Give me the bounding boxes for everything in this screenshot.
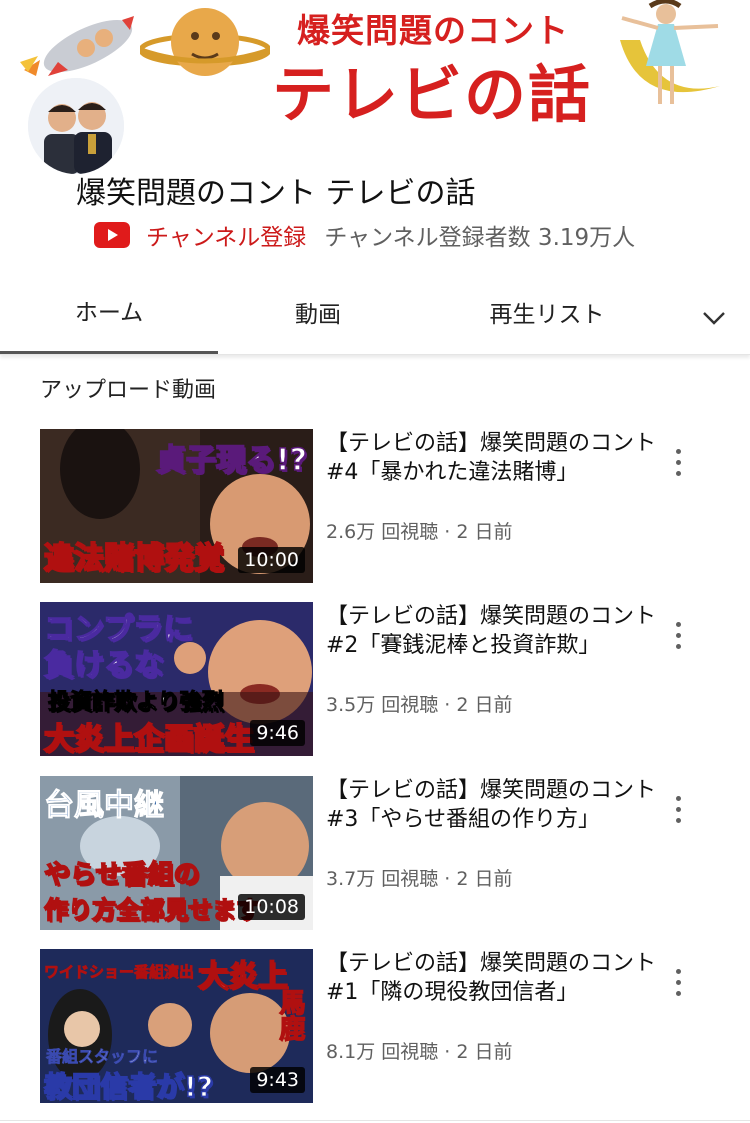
video-duration: 9:46 (250, 720, 305, 746)
divider (0, 1120, 750, 1121)
moon-dancer-illustration (620, 0, 720, 104)
list-item[interactable]: コンプラに 負けるな 投資詐欺より強烈 大炎上企画誕生 9:46 【テレビの話】… (40, 602, 740, 756)
banner-title-large: テレビの話 (271, 58, 592, 131)
subscriber-count: チャンネル登録者数 3.19万人 (324, 225, 636, 251)
thumbnail-text-side: 馬鹿 (274, 988, 306, 1042)
tab-videos[interactable]: 動画 (218, 282, 418, 354)
video-title[interactable]: 【テレビの話】爆笑問題のコント#2「賽銭泥棒と投資詐欺」 (326, 602, 666, 660)
more-vert-icon[interactable] (668, 969, 688, 1003)
rocket-illustration (20, 16, 134, 76)
more-vert-icon[interactable] (668, 622, 688, 656)
avatar-image (28, 78, 124, 174)
tab-home[interactable]: ホーム (0, 282, 218, 354)
tab-playlists[interactable]: 再生リスト (432, 282, 662, 354)
thumbnail-text-top-2: 負けるな (43, 647, 165, 684)
video-duration: 9:43 (250, 1067, 305, 1093)
video-title[interactable]: 【テレビの話】爆笑問題のコント#4「暴かれた違法賭博」 (326, 429, 666, 487)
channel-avatar[interactable] (26, 76, 126, 176)
thumbnail-text-bottom: 教団信者が!? (43, 1069, 214, 1103)
thumbnail-text-top: 貞子現る!? (155, 442, 308, 479)
thumbnail-text-bottom: 大炎上企画誕生 (43, 721, 255, 756)
subscribe-row: チャンネル登録 チャンネル登録者数 3.19万人 (94, 218, 635, 252)
video-duration: 10:00 (238, 547, 305, 573)
video-meta: 3.7万 回視聴 · 2 日前 (326, 868, 513, 890)
video-thumbnail[interactable]: 台風中継 やらせ番組の 作り方全部見せます 10:08 (40, 776, 313, 930)
thumbnail-text-top: ワイドショー番組演出 (44, 963, 195, 982)
video-meta: 2.6万 回視聴 · 2 日前 (326, 521, 513, 543)
thumbnail-text-top: 台風中継 (44, 788, 165, 824)
video-title[interactable]: 【テレビの話】爆笑問題のコント#3「やらせ番組の作り方」 (326, 776, 666, 834)
list-item[interactable]: ワイドショー番組演出 大炎上 馬鹿 番組スタッフに 教団信者が!? 9:43 【… (40, 949, 740, 1103)
video-thumbnail[interactable]: 貞子現る!? 違法賭博発覚 10:00 (40, 429, 313, 583)
video-title[interactable]: 【テレビの話】爆笑問題のコント#1「隣の現役教団信者」 (326, 949, 666, 1007)
thumbnail-text-mid: やらせ番組の (43, 859, 200, 891)
tab-selected-indicator (0, 351, 218, 354)
video-meta: 8.1万 回視聴 · 2 日前 (326, 1041, 513, 1063)
video-thumbnail[interactable]: コンプラに 負けるな 投資詐欺より強烈 大炎上企画誕生 9:46 (40, 602, 313, 756)
thumbnail-text-bottom: 作り方全部見せます (43, 895, 261, 925)
planet-illustration (140, 8, 270, 76)
video-duration: 10:08 (238, 894, 305, 920)
list-item[interactable]: 貞子現る!? 違法賭博発覚 10:00 【テレビの話】爆笑問題のコント#4「暴か… (40, 429, 740, 583)
more-vert-icon[interactable] (668, 796, 688, 830)
chevron-down-icon[interactable] (696, 300, 732, 336)
thumbnail-text-bottom: 違法賭博発覚 (43, 540, 225, 577)
channel-name: 爆笑問題のコント テレビの話 (76, 176, 476, 211)
list-item[interactable]: 台風中継 やらせ番組の 作り方全部見せます 10:08 【テレビの話】爆笑問題の… (40, 776, 740, 930)
thumbnail-text-mid: 投資詐欺より強烈 (48, 690, 225, 716)
section-title: アップロード動画 (40, 378, 217, 403)
youtube-logo-icon[interactable] (94, 222, 130, 248)
more-vert-icon[interactable] (668, 449, 688, 483)
video-thumbnail[interactable]: ワイドショー番組演出 大炎上 馬鹿 番組スタッフに 教団信者が!? 9:43 (40, 949, 313, 1103)
channel-tabs: ホーム 動画 再生リスト (0, 282, 750, 355)
thumbnail-text-mid: 番組スタッフに (46, 1047, 159, 1067)
subscribe-button[interactable]: チャンネル登録 (146, 218, 306, 252)
video-meta: 3.5万 回視聴 · 2 日前 (326, 694, 513, 716)
